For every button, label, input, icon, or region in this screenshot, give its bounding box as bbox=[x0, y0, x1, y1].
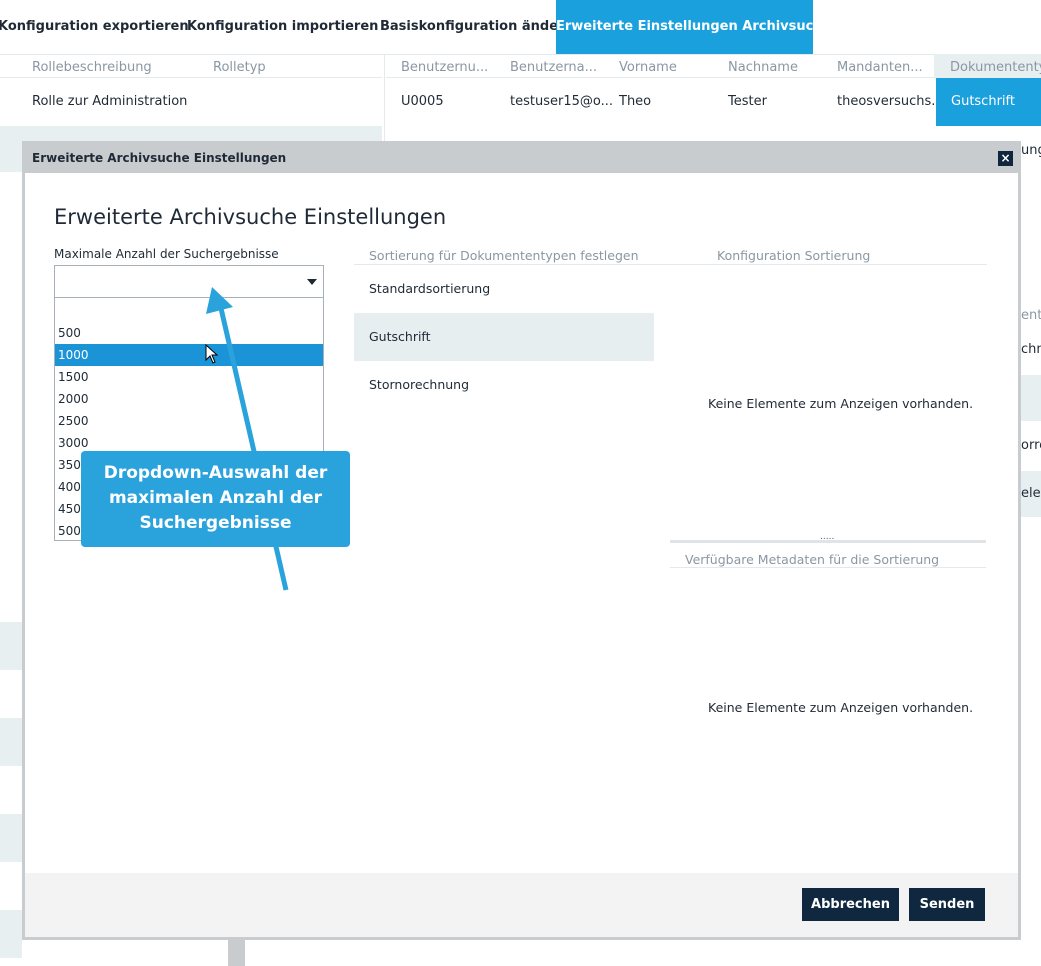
annotation-callout: Dropdown-Auswahl der maximalen Anzahl de… bbox=[81, 451, 350, 547]
